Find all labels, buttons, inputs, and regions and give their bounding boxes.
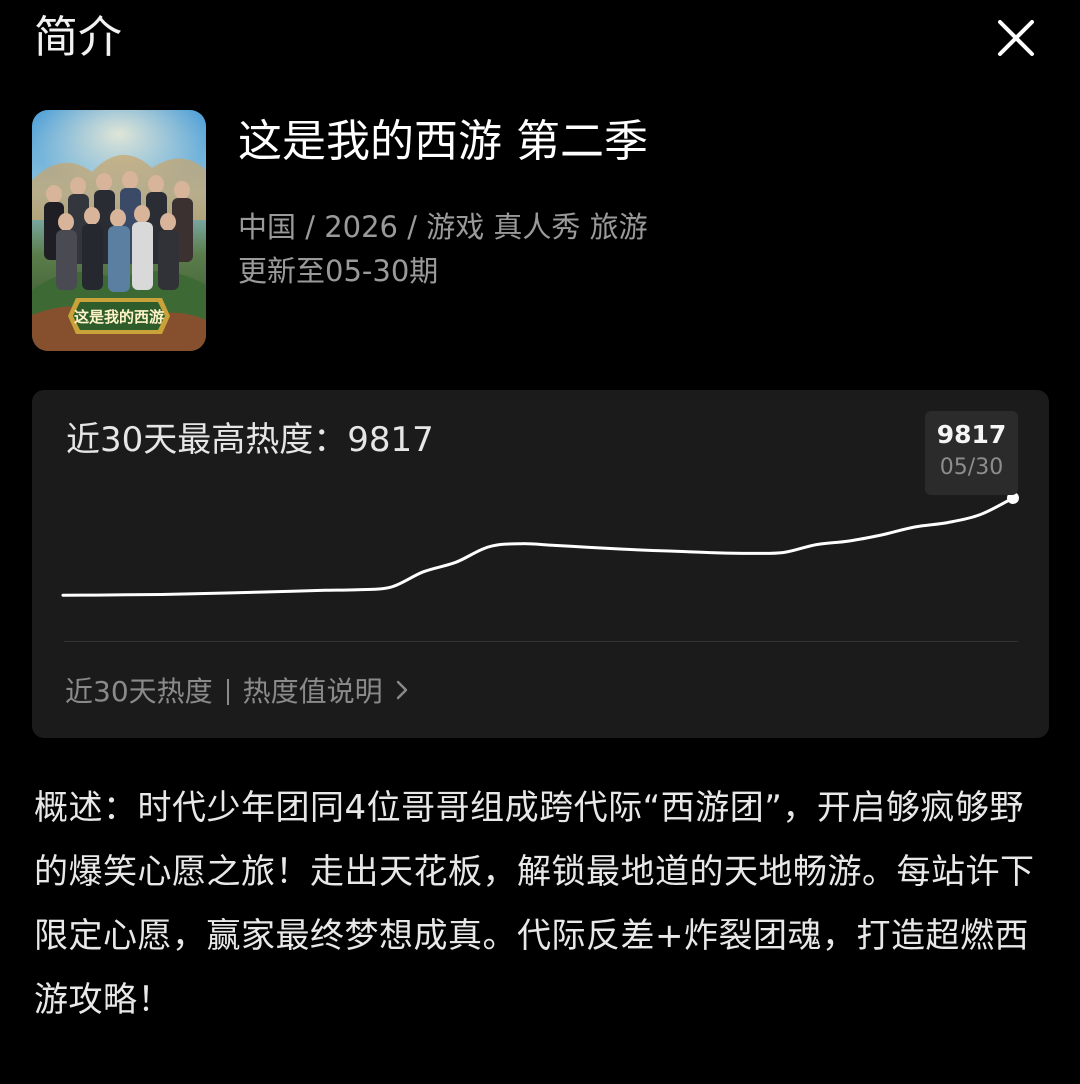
heat-line [61,496,1015,597]
chevron-right-icon [395,672,409,712]
heat-point-05/07 [258,590,262,594]
heat-point-05/28 [945,521,949,525]
close-icon [998,20,1034,56]
heat-point-05/11 [389,585,393,589]
heat-card: 近30天最高热度：9817 9817 05/30 近30天热度 热度值说明 [32,390,1049,738]
intro-panel: 简介 这是我的西游 这是我的西游 第二季 中国 / 2026 / 游戏 真人秀 … [0,0,1080,1084]
close-button[interactable] [990,12,1042,64]
footer-separator [226,679,229,705]
heat-point-05/18 [618,547,622,551]
heat-point-05/26 [880,533,884,537]
heat-point-05/01 [61,593,65,597]
show-description: 概述：时代少年团同4位哥哥组成跨代际“西游团”，开启够疯够野的爆笑心愿之旅！走出… [34,788,1035,1020]
heat-point-05/25 [847,539,851,543]
tooltip-date: 05/30 [939,455,1004,480]
heat-point-05/22 [749,551,753,555]
show-title: 这是我的西游 第二季 [238,116,648,167]
heat-point-05/27 [913,525,917,529]
heat-point-05/14 [487,545,491,549]
heat-point-05/17 [585,545,589,549]
heat-point-05/06 [225,591,229,595]
heat-point-05/21 [716,551,720,555]
heat-point-05/16 [552,543,556,547]
heat-explain-link[interactable]: 热度值说明 [243,672,383,712]
heat-point-05/24 [814,543,818,547]
heat-point-05/04 [159,593,163,597]
chart-divider [64,641,1018,642]
heat-point-05/13 [454,560,458,564]
show-meta: 中国 / 2026 / 游戏 真人秀 旅游 [238,210,648,244]
heat-point-05/19 [651,549,655,553]
heat-point-05/20 [683,550,687,554]
panel-title: 简介 [34,12,122,63]
heat-point-05/12 [421,570,425,574]
heat-point-05/29 [978,513,982,517]
show-poster: 这是我的西游 [32,110,206,351]
tooltip-value: 9817 [936,420,1007,449]
heat-point-05/23 [782,550,786,554]
heat-point-05/02 [94,593,98,597]
heat-point-05/10 [356,588,360,592]
heat-point-05/03 [127,593,131,597]
chart-tooltip: 9817 05/30 [925,411,1018,495]
heat-point-05/15 [520,542,524,546]
heat-point-05/09 [323,588,327,592]
poster-logo-text: 这是我的西游 [74,308,164,326]
heat-footer: 近30天热度 热度值说明 [65,672,409,712]
heat-point-05/05 [192,592,196,596]
heat-footer-label: 近30天热度 [65,675,213,708]
update-status: 更新至05-30期 [238,254,439,288]
heat-point-05/08 [290,589,294,593]
